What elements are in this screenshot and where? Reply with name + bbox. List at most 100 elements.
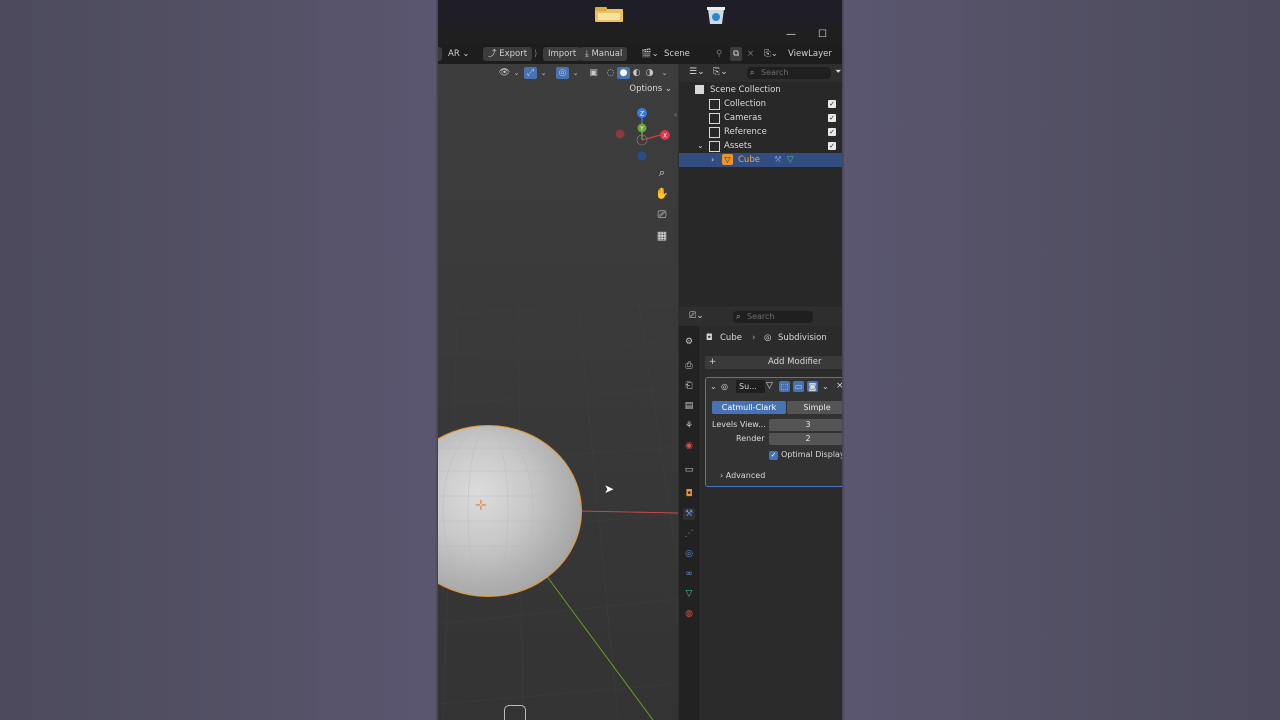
chevron-right-icon: › (752, 333, 756, 343)
mesh-data-icon[interactable]: ▽ (787, 153, 794, 167)
chevron-down-icon[interactable]: ⌄ (822, 380, 829, 393)
perspective-grid-icon[interactable]: ▦ (653, 227, 671, 245)
manual-button[interactable]: ⤓ Manual (580, 47, 628, 61)
on-cage-toggle-icon[interactable]: ⬚ (779, 381, 790, 392)
constraints-tab-icon[interactable]: ∞ (683, 568, 695, 580)
export-button[interactable]: ⤴ Export (483, 47, 533, 61)
minimize-button[interactable]: — (786, 29, 796, 40)
outliner-row-collection[interactable]: Collection ✓ (679, 97, 842, 111)
properties-tabs: ⚙ ⎙ ⎗ ▤ ⚘ ◉ ▭ ◘ ⚒ ⋰ ◎ ∞ ▽ ◍ (679, 326, 699, 720)
viewlayer-name[interactable]: ViewLayer (788, 47, 832, 61)
close-icon[interactable]: × (747, 47, 754, 61)
xray-icon[interactable]: ▣ (587, 67, 600, 79)
checkbox-icon[interactable]: ✓ (828, 142, 836, 150)
view-layer-tab-icon[interactable]: ▤ (683, 400, 695, 412)
outliner-row-assets[interactable]: ⌄ Assets ✓ (679, 139, 842, 153)
pin-icon[interactable]: ⚲ (716, 47, 722, 61)
maximize-button[interactable]: ☐ (818, 29, 827, 40)
solid-shading-icon[interactable]: ● (617, 67, 630, 79)
filter-icon[interactable]: ⏷ (835, 67, 841, 77)
render-levels-field[interactable]: 2 (769, 433, 842, 445)
collection-icon (709, 113, 720, 124)
overlays-icon[interactable]: ◎ (556, 67, 569, 79)
chevron-right-icon[interactable]: › (711, 153, 714, 167)
particles-tab-icon[interactable]: ⋰ (683, 528, 695, 540)
display-mode-icon[interactable]: ⎘⌄ (713, 67, 728, 77)
chevron-down-icon[interactable]: ⌄ (537, 67, 550, 79)
os-taskbar (438, 0, 842, 26)
outliner-editor-icon[interactable]: ☰⌄ (689, 67, 705, 77)
world-tab-icon[interactable]: ◉ (683, 440, 695, 452)
chevron-down-icon[interactable]: ⌄ (510, 67, 523, 79)
rendered-shading-icon[interactable]: ◑ (643, 67, 656, 79)
navigation-gizmo[interactable]: Z X Y (616, 104, 676, 164)
render-tab-icon[interactable]: ⎙ (683, 360, 695, 372)
viewport-header: 👁 ⌄ ⤢ ⌄ ◎ ⌄ ▣ ◌ ● ◐ ◑ ⌄ (438, 64, 678, 82)
3d-viewport[interactable]: 👁 ⌄ ⤢ ⌄ ◎ ⌄ ▣ ◌ ● ◐ ◑ ⌄ Options ⌄ Z X Y … (438, 64, 678, 720)
checkmark-icon: ✓ (769, 451, 778, 460)
subdivided-sphere-object[interactable]: ✛ (438, 425, 582, 597)
outliner-row-reference[interactable]: Reference ✓ (679, 125, 842, 139)
options-dropdown[interactable]: Options ⌄ (629, 84, 672, 94)
camera-view-icon[interactable]: ⎚ (653, 206, 671, 224)
import-button[interactable]: Import (543, 47, 582, 61)
modifier-name-field[interactable]: Su... (736, 380, 765, 393)
outliner-row-scene-collection[interactable]: Scene Collection (679, 83, 842, 97)
scene-tab-icon[interactable]: ⚘ (683, 420, 695, 432)
mode-dropdown[interactable]: AR ⌄ (448, 47, 470, 61)
gizmo-toggle-icon[interactable]: ⤢ (524, 67, 537, 79)
recycle-bin-icon[interactable] (703, 5, 729, 24)
chevron-down-icon[interactable]: ⌄ (569, 67, 582, 79)
simple-button[interactable]: Simple (787, 401, 842, 414)
object-tab-icon[interactable]: ◘ (683, 488, 695, 500)
edit-mode-toggle-icon[interactable]: ▽ (766, 380, 773, 393)
checkbox-icon[interactable]: ✓ (828, 114, 836, 122)
scene-icon: 🎬⌄ (641, 49, 659, 59)
physics-tab-icon[interactable]: ◎ (683, 548, 695, 560)
outliner-search-input[interactable]: ⌕ Search (747, 67, 831, 79)
chevron-down-icon[interactable]: ⌄ (710, 380, 717, 393)
editor-type-icon[interactable] (438, 47, 442, 61)
outliner-row-cameras[interactable]: Cameras ✓ (679, 111, 842, 125)
zoom-icon[interactable]: ⌕ (653, 164, 671, 182)
pan-hand-icon[interactable]: ✋ (653, 185, 671, 203)
modifier-tab-icon[interactable]: ⚒ (683, 508, 695, 520)
breadcrumb: ◘ Cube › ◎ Subdivision (706, 333, 827, 343)
data-tab-icon[interactable]: ▽ (683, 588, 695, 600)
material-tab-icon[interactable]: ◍ (683, 608, 695, 620)
plus-icon: + (709, 357, 717, 367)
modifier-header: ⌄ ◎ Su... ▽ ⬚ ▭ ◙ ⌄ × (706, 380, 842, 393)
transform-handle-icon[interactable] (504, 705, 526, 720)
folder-icon[interactable] (594, 5, 623, 23)
mesh-object-icon: ▽ (722, 154, 733, 165)
outliner-row-cube[interactable]: › ▽ Cube ⚒ ▽ (679, 153, 842, 167)
modifier-icon: ◎ (721, 382, 728, 391)
collection-tab-icon[interactable]: ▭ (683, 464, 695, 476)
mouse-pointer-icon: ➤ (604, 482, 615, 496)
collapse-arrow-icon[interactable]: ‹ (674, 110, 677, 119)
wrench-icon[interactable]: ⚒ (774, 153, 782, 167)
outliner-header: ☰⌄ ⎘⌄ ⌕ Search ⏷ (679, 64, 842, 82)
chevron-down-icon[interactable]: ⌄ (658, 67, 671, 79)
origin-cursor-icon: ✛ (475, 498, 487, 514)
material-shading-icon[interactable]: ◐ (630, 67, 643, 79)
checkbox-icon[interactable]: ✓ (828, 100, 836, 108)
properties-editor-icon[interactable]: ⎚⌄ (689, 311, 704, 321)
new-scene-icon[interactable]: ⧉ (730, 47, 742, 61)
tool-tab-icon[interactable]: ⚙ (683, 336, 695, 348)
levels-viewport-field[interactable]: 3 (769, 419, 842, 431)
scene-name[interactable]: Scene (664, 47, 690, 61)
search-icon: ⌕ (750, 68, 755, 77)
output-tab-icon[interactable]: ⎗ (683, 380, 695, 392)
properties-search-input[interactable]: ⌕ Search (733, 311, 813, 323)
catmull-clark-button[interactable]: Catmull-Clark (712, 401, 786, 414)
outliner-panel: ☰⌄ ⎘⌄ ⌕ Search ⏷ Scene Collection Collec… (679, 64, 842, 307)
viewport-toggle-icon[interactable]: ▭ (793, 381, 804, 392)
chevron-down-icon[interactable]: ⌄ (697, 139, 704, 153)
add-modifier-button[interactable]: + Add Modifier (705, 356, 842, 369)
wireframe-shading-icon[interactable]: ◌ (604, 67, 617, 79)
close-icon[interactable]: × (836, 380, 842, 393)
checkbox-icon[interactable]: ✓ (828, 128, 836, 136)
render-toggle-icon[interactable]: ◙ (807, 381, 818, 392)
advanced-subpanel[interactable]: › Advanced (720, 471, 765, 480)
